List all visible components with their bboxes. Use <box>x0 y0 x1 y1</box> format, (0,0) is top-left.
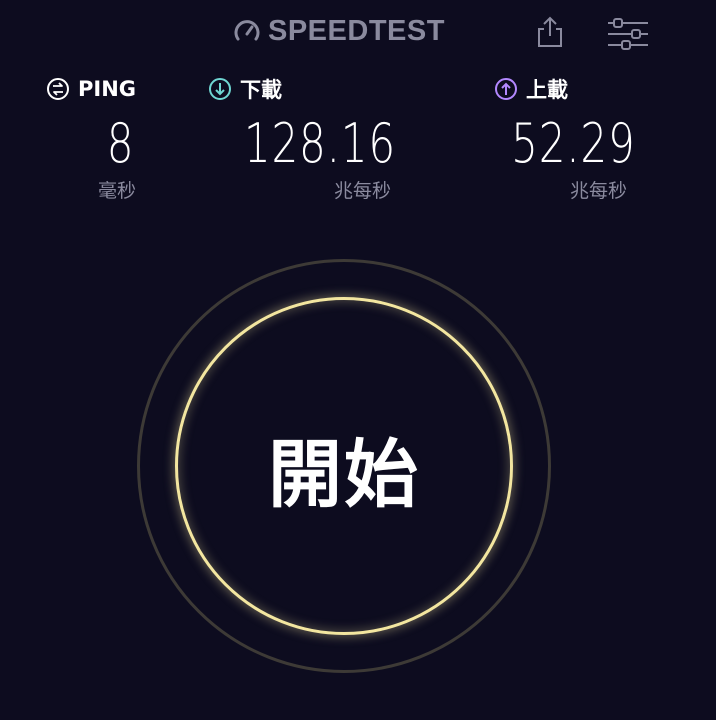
upload-value: 52.29 <box>511 112 636 175</box>
settings-button[interactable] <box>606 16 650 52</box>
speedtest-app: SPEEDTEST PING 8 毫秒 下載 128.16 兆每秒 上載 52.… <box>0 0 716 720</box>
upload-metric: 上載 52.29 兆每秒 <box>494 76 644 202</box>
download-value: 128.16 <box>243 112 396 175</box>
speedometer-icon <box>232 17 262 47</box>
share-button[interactable] <box>533 14 567 50</box>
brand-name: SPEEDTEST <box>268 15 445 47</box>
upload-header: 上載 <box>494 76 644 102</box>
upload-arrow-icon <box>494 77 518 101</box>
download-arrow-icon <box>208 77 232 101</box>
download-unit: 兆每秒 <box>334 180 392 202</box>
ping-unit: 毫秒 <box>98 180 137 202</box>
ping-icon <box>46 77 70 101</box>
download-header: 下載 <box>208 76 408 102</box>
app-logo: SPEEDTEST <box>232 15 445 48</box>
start-label: 開始 <box>268 431 420 518</box>
ping-metric: PING 8 毫秒 <box>46 76 146 202</box>
upload-unit: 兆每秒 <box>570 180 628 202</box>
sliders-icon <box>606 18 650 56</box>
download-label: 下載 <box>240 78 282 102</box>
start-gauge: 開始 <box>137 259 551 673</box>
ping-label: PING <box>78 77 137 101</box>
ping-header: PING <box>46 76 146 102</box>
upload-label: 上載 <box>526 78 568 102</box>
ping-value: 8 <box>106 112 134 175</box>
start-button[interactable]: 開始 <box>175 297 513 635</box>
download-metric: 下載 128.16 兆每秒 <box>208 76 408 202</box>
share-icon <box>533 16 567 54</box>
